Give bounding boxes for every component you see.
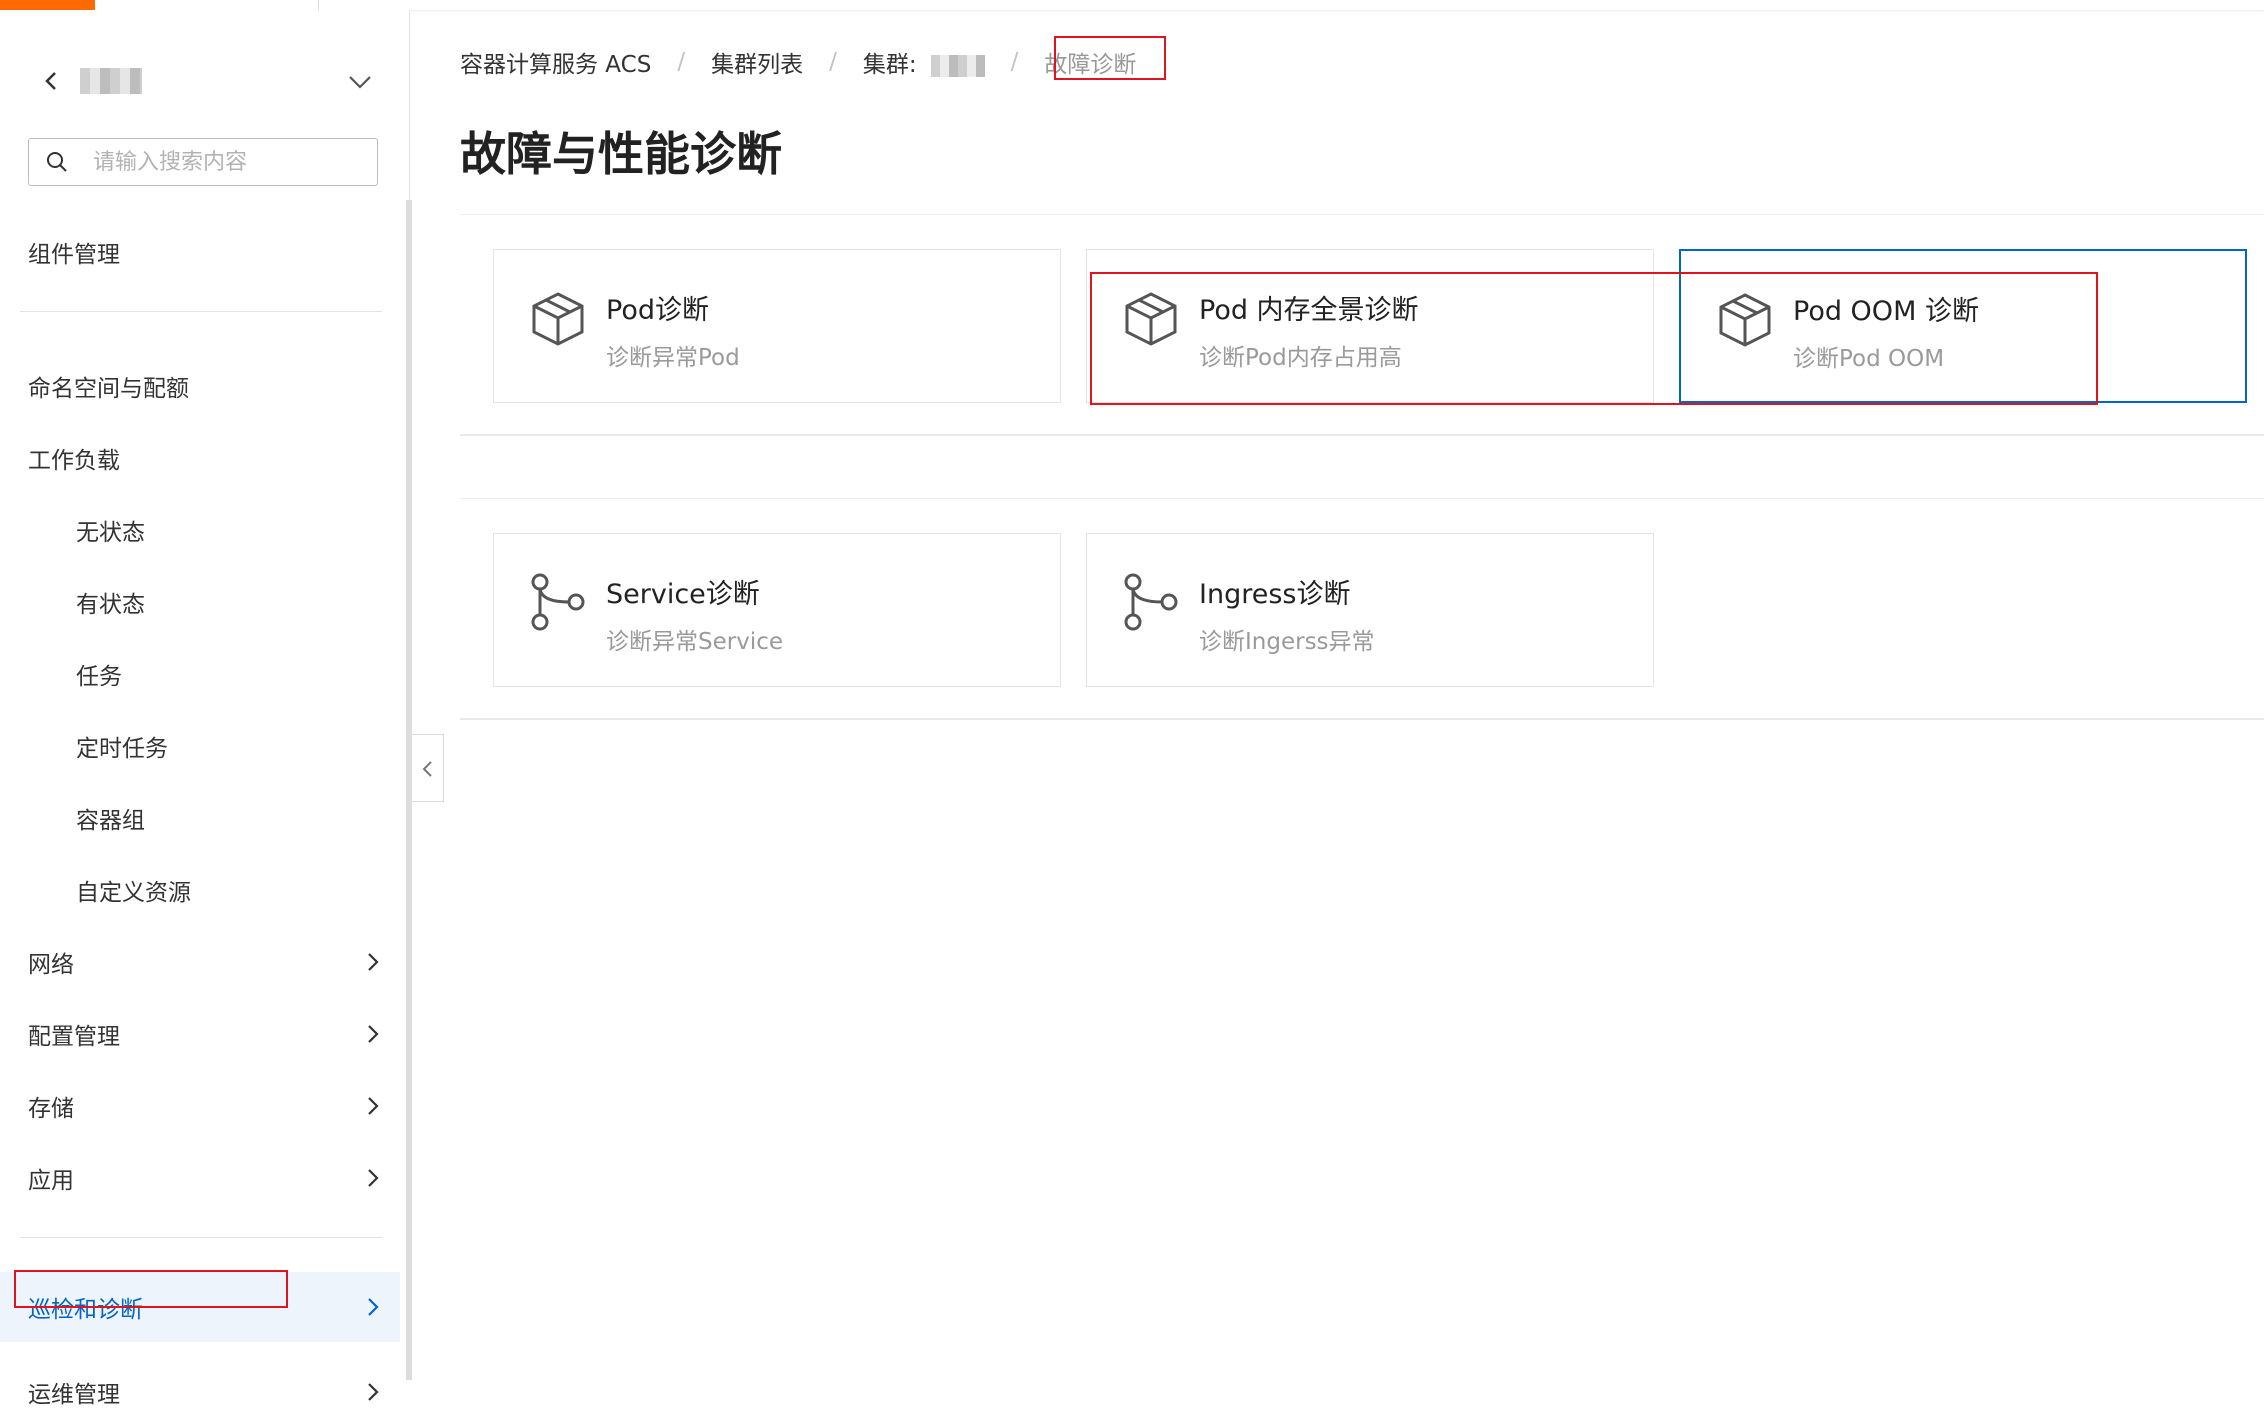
sidebar-item-label: 组件管理	[28, 242, 120, 268]
card-description: 诊断Pod OOM	[1793, 346, 1945, 372]
sidebar-item-statefulsets[interactable]: 有状态	[0, 574, 400, 630]
chevron-right-icon	[368, 953, 379, 971]
sidebar-divider	[20, 311, 382, 312]
breadcrumb-current: 故障诊断	[1044, 52, 1137, 78]
breadcrumb-separator: /	[829, 49, 837, 75]
sidebar-item-label: 命名空间与配额	[28, 376, 189, 402]
sidebar-item-label: 工作负载	[28, 448, 120, 474]
collapse-sidebar-button[interactable]	[412, 734, 444, 802]
sidebar-item-label: 无状态	[76, 520, 145, 546]
search-input[interactable]	[93, 145, 363, 179]
service-diagnosis-card[interactable]: Service诊断 诊断异常Service	[493, 533, 1061, 687]
sidebar-item-label: 有状态	[76, 592, 145, 618]
chevron-left-icon	[422, 761, 432, 777]
card-description: 诊断异常Pod	[606, 345, 740, 371]
sidebar-item-label: 配置管理	[28, 1024, 120, 1050]
package-icon	[1719, 293, 1771, 347]
sidebar-item-components[interactable]: 组件管理	[0, 224, 400, 280]
sidebar-item-applications[interactable]: 应用	[0, 1150, 400, 1206]
sidebar-item-custom-resources[interactable]: 自定义资源	[0, 862, 400, 918]
sidebar-item-storage[interactable]: 存储	[0, 1078, 400, 1134]
sidebar-item-label: 任务	[76, 664, 122, 690]
breadcrumb-cluster[interactable]: 集群:	[863, 45, 985, 79]
sidebar-item-config[interactable]: 配置管理	[0, 1006, 400, 1062]
back-icon[interactable]	[36, 66, 66, 96]
cluster-switcher[interactable]	[28, 52, 378, 112]
branch-icon	[1124, 573, 1178, 631]
cluster-name-redacted	[80, 68, 142, 94]
card-title: Pod诊断	[606, 295, 709, 326]
sidebar-item-label: 容器组	[76, 808, 145, 834]
pod-diagnosis-section: Pod诊断 诊断异常Pod Pod 内存全景诊断 诊断Pod内存占用高 Pod …	[460, 214, 2264, 436]
chevron-right-icon	[368, 1298, 379, 1316]
top-bar	[0, 0, 2264, 10]
sidebar-item-label: 应用	[28, 1168, 74, 1194]
sidebar-divider	[20, 1237, 382, 1238]
topbar-divider	[318, 0, 319, 10]
sidebar-item-label: 定时任务	[76, 736, 168, 762]
chevron-down-icon[interactable]	[346, 68, 374, 96]
pod-diagnosis-card[interactable]: Pod诊断 诊断异常Pod	[493, 249, 1061, 403]
card-title: Service诊断	[606, 579, 760, 610]
card-title: Pod 内存全景诊断	[1199, 295, 1419, 326]
sidebar-item-label: 网络	[28, 952, 74, 978]
card-description: 诊断异常Service	[606, 629, 784, 655]
chevron-right-icon	[368, 1097, 379, 1115]
sidebar-item-cronjobs[interactable]: 定时任务	[0, 718, 400, 774]
sidebar-item-namespaces[interactable]: 命名空间与配额	[0, 358, 400, 414]
card-description: 诊断Pod内存占用高	[1199, 345, 1402, 371]
breadcrumb-cluster-list[interactable]: 集群列表	[711, 45, 803, 79]
sidebar-item-pods[interactable]: 容器组	[0, 790, 400, 846]
card-description: 诊断Ingerss异常	[1199, 629, 1375, 655]
sidebar-item-jobs[interactable]: 任务	[0, 646, 400, 702]
package-icon	[1125, 292, 1177, 346]
sidebar-item-deployments[interactable]: 无状态	[0, 502, 400, 558]
breadcrumb-cluster-label: 集群:	[862, 52, 917, 78]
sidebar-item-label: 存储	[28, 1096, 74, 1122]
sidebar-item-label: 运维管理	[28, 1382, 120, 1408]
sidebar-item-operations[interactable]: 运维管理	[0, 1364, 400, 1420]
package-icon	[532, 292, 584, 346]
brand-accent	[0, 0, 95, 10]
sidebar: 组件管理 命名空间与配额 工作负载 无状态 有状态 任务 定时任务 容器组 自定…	[0, 10, 410, 1408]
search-icon	[47, 152, 67, 172]
chevron-right-icon	[368, 1169, 379, 1187]
menu-search-box[interactable]	[28, 138, 378, 186]
sidebar-item-network[interactable]: 网络	[0, 934, 400, 990]
breadcrumb-acs[interactable]: 容器计算服务 ACS	[460, 45, 651, 79]
card-title: Pod OOM 诊断	[1793, 296, 1979, 327]
page-title: 故障与性能诊断	[460, 127, 782, 181]
chevron-right-icon	[368, 1025, 379, 1043]
sidebar-item-label: 巡检和诊断	[28, 1297, 143, 1323]
breadcrumb: 容器计算服务 ACS / 集群列表 / 集群: / 故障诊断	[460, 44, 1136, 80]
breadcrumb-separator: /	[1010, 49, 1019, 75]
breadcrumb-separator: /	[677, 49, 686, 75]
card-title: Ingress诊断	[1199, 579, 1351, 610]
pod-oom-diagnosis-card[interactable]: Pod OOM 诊断 诊断Pod OOM	[1679, 249, 2247, 403]
sidebar-item-inspection-diagnosis[interactable]: 巡检和诊断	[0, 1272, 400, 1342]
branch-icon	[531, 573, 585, 631]
pod-memory-diagnosis-card[interactable]: Pod 内存全景诊断 诊断Pod内存占用高	[1086, 249, 1654, 403]
ingress-diagnosis-card[interactable]: Ingress诊断 诊断Ingerss异常	[1086, 533, 1654, 687]
sidebar-item-workloads[interactable]: 工作负载	[0, 430, 400, 486]
sidebar-item-label: 自定义资源	[76, 880, 191, 906]
chevron-right-icon	[368, 1383, 379, 1401]
cluster-id-redacted	[930, 54, 985, 77]
network-diagnosis-section: Service诊断 诊断异常Service Ingress诊断 诊断Ingers…	[460, 498, 2264, 720]
